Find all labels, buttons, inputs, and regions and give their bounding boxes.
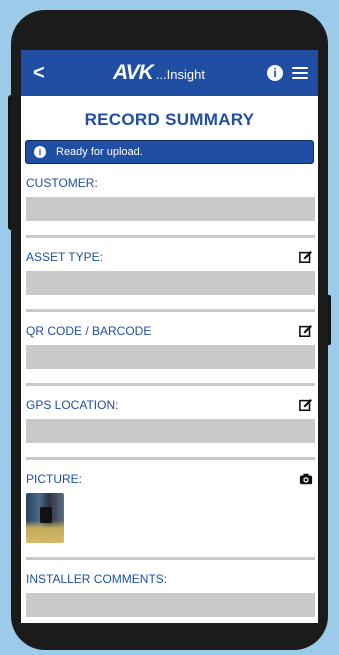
section-customer: CUSTOMER: xyxy=(21,176,318,238)
edit-icon[interactable] xyxy=(299,250,313,264)
divider xyxy=(26,557,315,560)
customer-field xyxy=(26,197,315,221)
gps-label: GPS LOCATION: xyxy=(26,398,119,412)
divider xyxy=(26,383,315,386)
camera-icon[interactable] xyxy=(299,472,313,486)
edit-icon[interactable] xyxy=(299,324,313,338)
asset-type-field xyxy=(26,271,315,295)
back-button[interactable]: < xyxy=(33,62,51,85)
qr-code-label: QR CODE / BARCODE xyxy=(26,324,152,338)
section-asset-type: ASSET TYPE: xyxy=(21,250,318,312)
installer-comments-field xyxy=(26,593,315,617)
section-qr-code: QR CODE / BARCODE xyxy=(21,324,318,386)
edit-icon[interactable] xyxy=(299,398,313,412)
brand-logo: AVK xyxy=(113,61,154,84)
app-screen: < AVK ...Insight i RECORD SUMMARY i Read… xyxy=(21,50,318,623)
installer-comments-label: INSTALLER COMMENTS: xyxy=(26,572,168,586)
info-icon: i xyxy=(34,146,46,158)
section-installer-comments: INSTALLER COMMENTS: xyxy=(21,572,318,617)
gps-field xyxy=(26,419,315,443)
divider xyxy=(26,457,315,460)
divider xyxy=(26,309,315,312)
picture-thumbnail[interactable] xyxy=(26,493,64,543)
info-icon[interactable]: i xyxy=(266,65,283,81)
top-icons: i xyxy=(266,65,308,81)
page-title: RECORD SUMMARY xyxy=(84,110,255,129)
qr-code-field xyxy=(26,345,315,369)
status-banner-text: Ready for upload. xyxy=(56,146,143,158)
status-banner: i Ready for upload. xyxy=(25,140,314,164)
brand-tagline: ...Insight xyxy=(155,67,205,82)
divider xyxy=(26,235,315,238)
section-picture: PICTURE: xyxy=(21,472,318,560)
menu-icon[interactable] xyxy=(291,67,308,79)
brand: AVK ...Insight xyxy=(113,61,205,85)
customer-label: CUSTOMER: xyxy=(26,176,98,190)
section-gps: GPS LOCATION: xyxy=(21,398,318,460)
picture-label: PICTURE: xyxy=(26,472,83,486)
asset-type-label: ASSET TYPE: xyxy=(26,250,103,264)
top-bar: < AVK ...Insight i xyxy=(21,50,318,96)
